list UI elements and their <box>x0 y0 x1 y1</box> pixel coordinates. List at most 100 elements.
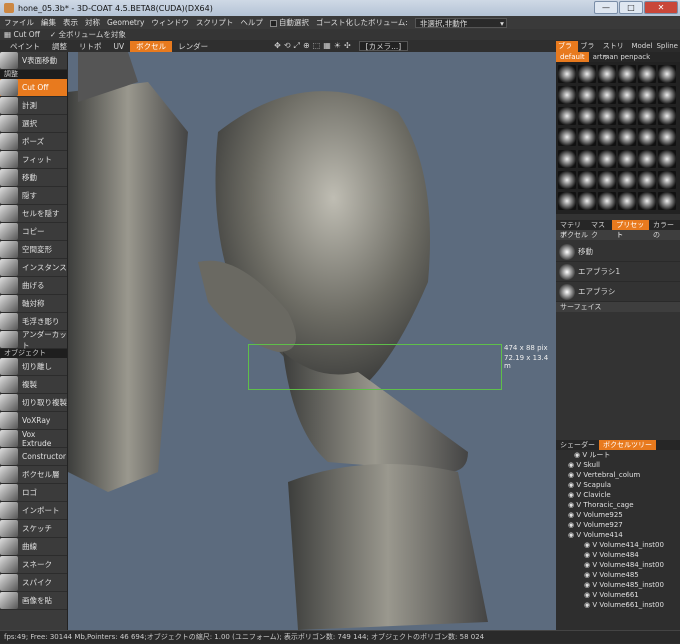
visibility-icon[interactable]: ◉ V <box>584 591 599 599</box>
visibility-icon[interactable]: ◉ V <box>584 551 599 559</box>
tool-item[interactable]: 隠す <box>0 187 67 205</box>
tab-brush[interactable]: ブラシ <box>556 40 579 61</box>
brush-thumb[interactable] <box>578 128 596 147</box>
tool-item[interactable]: 切り取り複製 <box>0 394 67 412</box>
brush-thumb[interactable] <box>598 170 616 189</box>
visibility-icon[interactable]: ◉ V <box>568 491 583 499</box>
tab-paint[interactable]: ペイント <box>4 41 46 52</box>
visibility-icon[interactable]: ◉ V <box>584 581 599 589</box>
tab-preset[interactable]: プリセット <box>612 220 649 239</box>
brush-thumb[interactable] <box>658 149 676 168</box>
brush-thumb[interactable] <box>618 128 636 147</box>
menu-view[interactable]: 表示 <box>63 17 78 28</box>
tool-item[interactable]: 軸対称 <box>0 295 67 313</box>
tab-shader[interactable]: シェーダー <box>556 440 599 450</box>
brush-thumb[interactable] <box>618 86 636 105</box>
tool-item[interactable]: 選択 <box>0 115 67 133</box>
brush-thumb[interactable] <box>638 65 656 83</box>
menu-script[interactable]: スクリプト <box>196 17 234 28</box>
brush-thumb[interactable] <box>558 65 576 83</box>
tree-item[interactable]: ◉ V Volume925 <box>556 510 680 520</box>
brush-thumb[interactable] <box>558 149 576 168</box>
preset-item[interactable]: エアブラシ <box>556 282 680 302</box>
tool-item[interactable]: ロゴ <box>0 484 67 502</box>
visibility-icon[interactable]: ◉ V <box>584 561 599 569</box>
menu-symmetry[interactable]: 対称 <box>85 17 100 28</box>
brush-thumb[interactable] <box>658 191 676 210</box>
tool-item[interactable]: セルを隠す <box>0 205 67 223</box>
tree-item[interactable]: ◉ V Clavicle <box>556 490 680 500</box>
minimize-button[interactable]: — <box>594 1 618 14</box>
tool-item[interactable]: 移動 <box>0 169 67 187</box>
tool-item[interactable]: Vox Extrude <box>0 430 67 448</box>
brush-thumb[interactable] <box>618 107 636 126</box>
brush-thumb[interactable] <box>578 107 596 126</box>
tool-item[interactable]: VoXRay <box>0 412 67 430</box>
scale-icon[interactable]: ⤢ <box>294 41 300 51</box>
tool-item[interactable]: アンダーカット <box>0 330 67 350</box>
tree-item[interactable]: ◉ V Volume485 <box>556 570 680 580</box>
tool-item[interactable]: コピー <box>0 223 67 241</box>
snap-icon[interactable]: ✣ <box>344 41 351 51</box>
brush-thumb[interactable] <box>598 128 616 147</box>
visibility-icon[interactable]: ◉ V <box>574 451 589 459</box>
tool-item[interactable]: インポート <box>0 502 67 520</box>
brush-thumb[interactable] <box>598 65 616 83</box>
tool-item[interactable]: 曲げる <box>0 277 67 295</box>
tree-item[interactable]: ◉ V Skull <box>556 460 680 470</box>
tab-render[interactable]: レンダー <box>172 41 214 52</box>
tree-item[interactable]: ◉ V Thoracic_cage <box>556 500 680 510</box>
tab-spline[interactable]: Spline <box>654 41 680 52</box>
tool-item[interactable]: Constructor <box>0 448 67 466</box>
brush-thumb[interactable] <box>578 170 596 189</box>
menu-file[interactable]: ファイル <box>4 17 34 28</box>
preset-item[interactable]: エアブラシ1 <box>556 262 680 282</box>
tool-item[interactable]: 画像を貼 <box>0 592 67 610</box>
tree-item[interactable]: ◉ V Vertebral_colum <box>556 470 680 480</box>
grid-icon[interactable]: ▦ <box>323 41 331 51</box>
tree-item[interactable]: ◉ V Scapula <box>556 480 680 490</box>
tool-item[interactable]: スケッチ <box>0 520 67 538</box>
brush-thumb[interactable] <box>578 149 596 168</box>
brush-thumb[interactable] <box>558 191 576 210</box>
tool-item[interactable]: 切り離し <box>0 358 67 376</box>
brush-thumb[interactable] <box>558 170 576 189</box>
move-icon[interactable]: ✥ <box>274 41 281 51</box>
brush-thumb[interactable] <box>638 86 656 105</box>
brush-thumb[interactable] <box>638 170 656 189</box>
tool-item[interactable]: 複製 <box>0 376 67 394</box>
visibility-icon[interactable]: ◉ V <box>568 501 583 509</box>
brush-thumb[interactable] <box>618 170 636 189</box>
menu-geometry[interactable]: Geometry <box>107 18 144 27</box>
tab-model[interactable]: Model <box>629 41 654 52</box>
tab-material[interactable]: マテリア <box>556 220 587 239</box>
tab-uv[interactable]: UV <box>108 41 131 52</box>
tree-item[interactable]: ◉ V Volume661 <box>556 590 680 600</box>
tool-item[interactable]: インスタンス <box>0 259 67 277</box>
brush-thumb[interactable] <box>638 191 656 210</box>
brush-thumb[interactable] <box>638 107 656 126</box>
brush-thumb[interactable] <box>638 149 656 168</box>
tool-item[interactable]: スパイク <box>0 574 67 592</box>
visibility-icon[interactable]: ◉ V <box>568 511 583 519</box>
ghost-dropdown[interactable]: 非選択,非動作 <box>414 17 507 28</box>
brush-thumb[interactable] <box>618 149 636 168</box>
brush-thumb[interactable] <box>638 128 656 147</box>
tool-item[interactable]: フィット <box>0 151 67 169</box>
visibility-icon[interactable]: ◉ V <box>568 521 583 529</box>
tool-item[interactable]: 計測 <box>0 97 67 115</box>
brush-thumb[interactable] <box>618 191 636 210</box>
brush-thumb[interactable] <box>578 191 596 210</box>
section-adjust[interactable]: 調整 <box>0 70 67 79</box>
auto-select-toggle[interactable]: 自動選択 <box>269 17 309 28</box>
tree-item[interactable]: ◉ V Volume414 <box>556 530 680 540</box>
cutoff-option[interactable]: ▦ Cut Off <box>4 30 40 39</box>
brush-thumb[interactable] <box>598 191 616 210</box>
tool-item[interactable]: スネーク <box>0 556 67 574</box>
tree-item[interactable]: ◉ V Volume484_inst00 <box>556 560 680 570</box>
surface-group-header[interactable]: サーフェイス <box>556 302 680 312</box>
brush-set-default[interactable]: default <box>556 52 589 62</box>
tree-item[interactable]: ◉ V Volume484 <box>556 550 680 560</box>
brush-thumb[interactable] <box>578 86 596 105</box>
brush-thumb[interactable] <box>658 128 676 147</box>
